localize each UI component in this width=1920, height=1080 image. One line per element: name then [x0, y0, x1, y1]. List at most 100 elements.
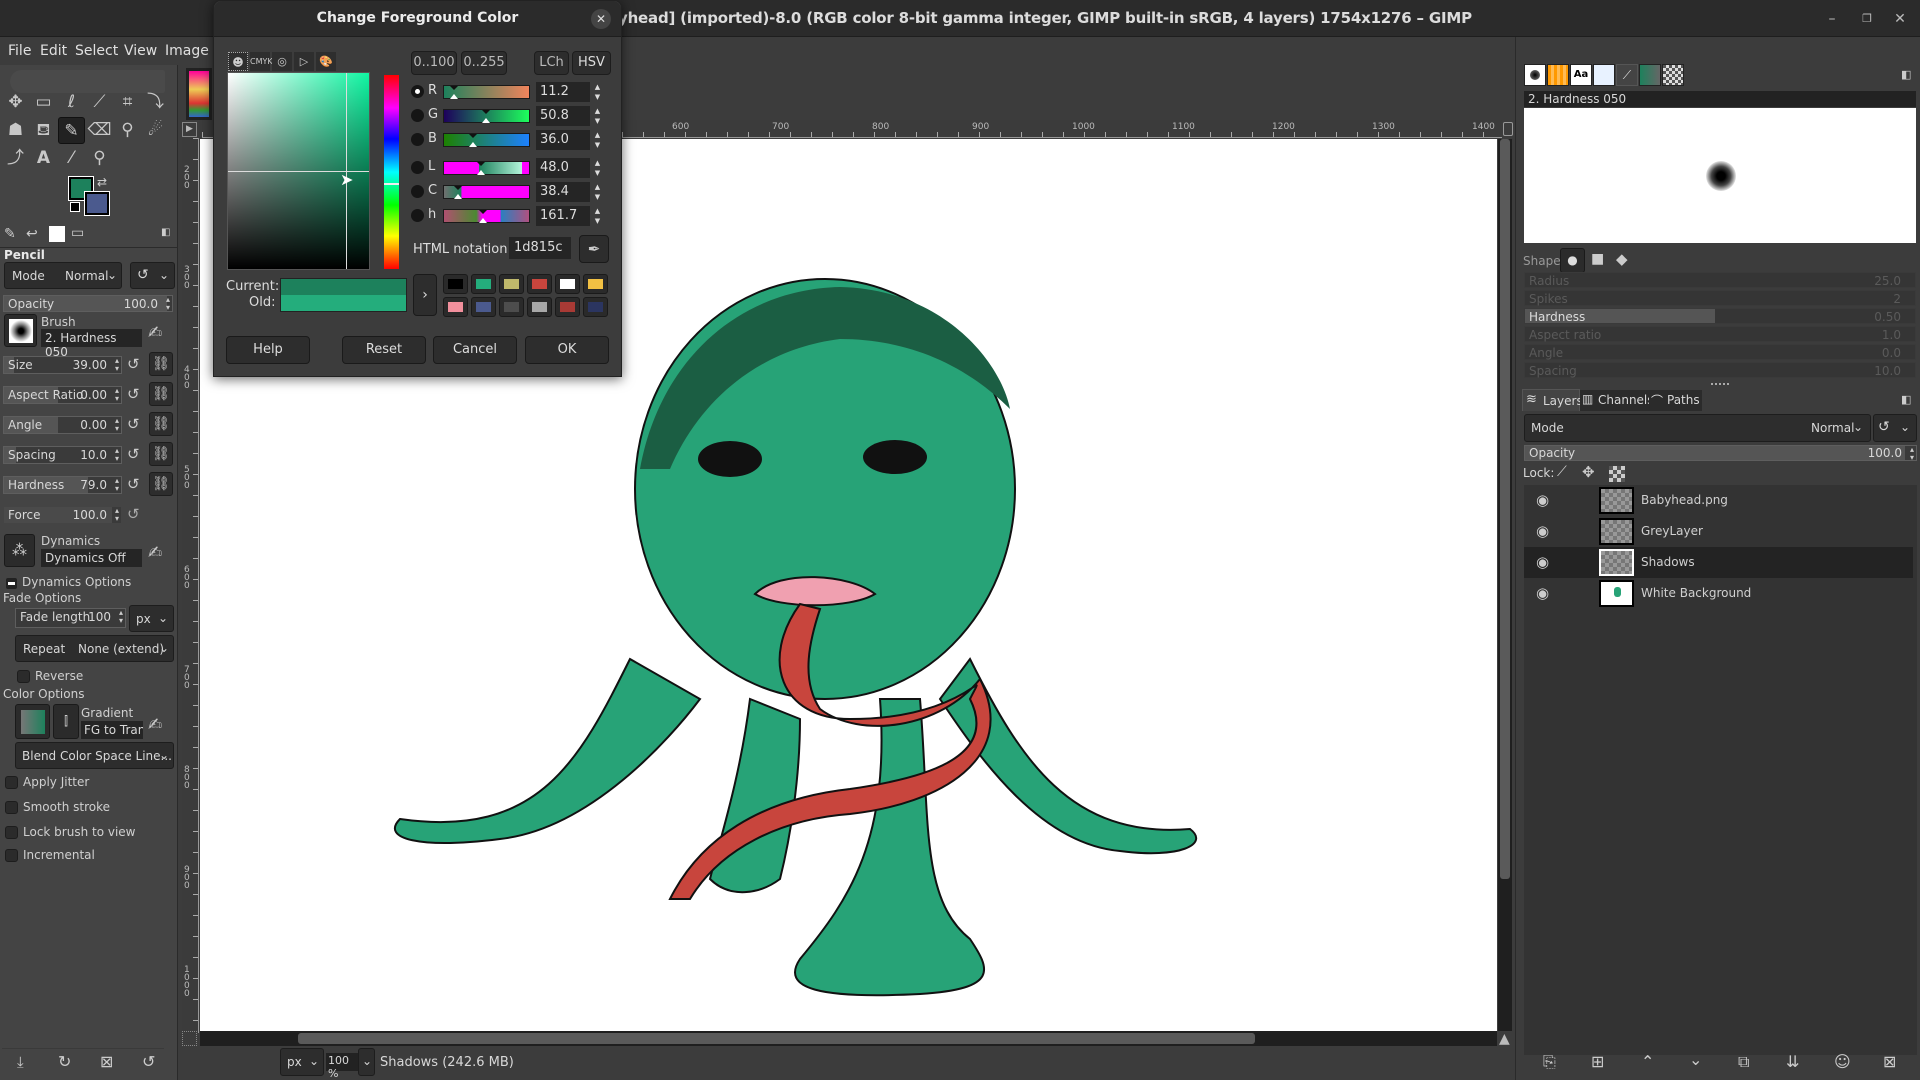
gradient-preview-button[interactable] [15, 704, 50, 739]
reset-angle-icon[interactable]: ↺ [127, 415, 140, 433]
transform-tool-icon[interactable]: ⤵ [142, 89, 169, 116]
delete-layer-icon[interactable]: ⊠ [1883, 1052, 1896, 1071]
brush-editor-tab-icon[interactable]: ⟋ [1616, 64, 1638, 86]
channel-radio[interactable] [411, 161, 424, 174]
add-to-history-button[interactable]: › [413, 274, 437, 316]
spin-arrows-icon[interactable]: ▲ ▼ [592, 130, 603, 150]
blend-color-space-dropdown[interactable]: Blend Color Space Line... ⌄ [15, 742, 174, 769]
history-swatch[interactable] [527, 297, 552, 317]
brush-spacing-slider[interactable]: Spacing 10.0 [1524, 362, 1916, 378]
dialog-titlebar[interactable]: Change Foreground Color ✕ [214, 1, 621, 37]
clone-tool-icon[interactable]: ⚲ [114, 117, 141, 144]
default-colors-icon[interactable] [70, 202, 80, 212]
reset-tool-options-icon[interactable]: ↺ [142, 1052, 155, 1071]
quick-mask-menu-button[interactable]: ▶ [182, 122, 197, 137]
history-swatch[interactable] [471, 297, 496, 317]
lch-button[interactable]: LCh [534, 51, 569, 75]
eraser-tool-icon[interactable]: ⌫ [86, 117, 113, 144]
menu-select[interactable]: Select [75, 43, 118, 59]
menu-file[interactable]: File [8, 43, 31, 59]
spin-arrows-icon[interactable]: ▲ ▼ [592, 158, 603, 178]
color-picker-tool-icon[interactable]: ⁄ [58, 145, 85, 172]
link-angle-button[interactable]: ⛓ [149, 412, 173, 436]
merge-down-icon[interactable]: ⇊ [1786, 1052, 1799, 1071]
channel-radio[interactable] [411, 109, 424, 122]
layer-row-selected[interactable]: ◉ Shadows [1524, 547, 1913, 578]
fuzzy-select-tool-icon[interactable]: ⟋ [86, 89, 113, 116]
reset-aspect-icon[interactable]: ↺ [127, 385, 140, 403]
gradient-editor-tab-icon[interactable] [1639, 64, 1661, 86]
reset-button[interactable]: Reset [342, 336, 426, 364]
brush-hardness-slider[interactable]: Hardness 0.50 [1524, 308, 1916, 324]
channel-radio[interactable] [411, 185, 424, 198]
new-layer-group-icon[interactable]: ⊞ [1591, 1052, 1604, 1071]
history-swatch[interactable] [583, 297, 608, 317]
reverse-gradient-button[interactable]: ⫿ [53, 704, 79, 739]
zoom-fit-button[interactable] [1503, 122, 1513, 136]
palette-selector-tab[interactable]: 🎨 [316, 52, 336, 71]
aspect-ratio-brush-slider[interactable]: Aspect ratio 1.0 [1524, 326, 1916, 342]
layer-row[interactable]: ◉ Babyhead.png [1524, 485, 1913, 516]
minimize-button[interactable]: – [1820, 8, 1844, 30]
horizontal-scroll-thumb[interactable] [298, 1033, 1255, 1044]
pattern-editor-tab-icon[interactable] [1662, 64, 1684, 86]
configure-tab-icon[interactable]: ◧ [1901, 68, 1911, 81]
history-swatch[interactable] [471, 274, 496, 294]
new-layer-icon[interactable]: ⎘ [1543, 1052, 1556, 1072]
swap-colors-icon[interactable]: ⇄ [97, 175, 107, 189]
reverse-checkbox[interactable] [17, 670, 30, 683]
close-window-button[interactable]: ✕ [1888, 8, 1912, 30]
link-hardness-button[interactable]: ⛓ [149, 472, 173, 496]
device-status-tab-icon[interactable]: ▭ [71, 225, 84, 241]
channel-slider[interactable] [443, 109, 530, 123]
shape-diamond-button[interactable]: ◆ [1616, 250, 1628, 268]
spacing-slider[interactable]: Spacing 10.0 ▴ ▾ [3, 446, 122, 464]
channel-slider[interactable] [443, 209, 530, 223]
move-tool-icon[interactable]: ✥ [2, 89, 29, 116]
menu-edit[interactable]: Edit [40, 43, 67, 59]
lock-brush-checkbox[interactable] [5, 826, 18, 839]
zoom-field[interactable]: 100 % [326, 1053, 358, 1080]
history-swatch[interactable] [443, 274, 468, 294]
vertical-scroll-thumb[interactable] [1500, 139, 1510, 879]
radius-slider[interactable]: Radius 25.0 [1524, 272, 1916, 288]
dialog-close-button[interactable]: ✕ [591, 9, 611, 29]
apply-jitter-checkbox[interactable] [5, 776, 18, 789]
undo-history-tab-icon[interactable]: ↩ [26, 226, 38, 242]
history-swatch[interactable] [583, 274, 608, 294]
channel-radio[interactable] [411, 133, 424, 146]
lock-alpha-icon[interactable] [1609, 466, 1625, 482]
spin-arrows-icon[interactable]: ▲ ▼ [592, 106, 603, 126]
navigate-button[interactable] [182, 1031, 197, 1046]
reset-hardness-icon[interactable]: ↺ [127, 475, 140, 493]
visibility-eye-icon[interactable]: ◉ [1536, 584, 1549, 602]
images-tab-icon[interactable] [49, 226, 65, 242]
hardness-slider[interactable]: Hardness 79.0 ▴ ▾ [3, 476, 122, 494]
history-swatch[interactable] [555, 297, 580, 317]
aspect-ratio-slider[interactable]: Aspect Ratio 0.00 ▴ ▾ [3, 386, 122, 404]
wheel-selector-tab[interactable]: ◎ [272, 52, 292, 71]
vertical-scrollbar[interactable] [1498, 139, 1512, 1031]
warp-tool-icon[interactable]: ☗ [2, 117, 29, 144]
layer-row[interactable]: ◉ White Background [1524, 578, 1913, 609]
channel-radio[interactable] [411, 209, 424, 222]
triangle-selector-tab[interactable]: ▷ [294, 52, 314, 71]
history-swatch[interactable] [527, 274, 552, 294]
reset-force-icon[interactable]: ↺ [127, 505, 140, 523]
brush-editor-name[interactable]: 2. Hardness 050 [1524, 91, 1916, 107]
dynamics-name-field[interactable]: Dynamics Off [41, 549, 142, 567]
range-0-255-button[interactable]: 0..255 [461, 51, 507, 75]
delete-tool-preset-icon[interactable]: ⊠ [100, 1052, 113, 1071]
gimp-selector-tab[interactable]: ☻ [228, 52, 248, 71]
brush-angle-slider[interactable]: Angle 0.0 [1524, 344, 1916, 360]
force-slider[interactable]: Force 100.0 ▴ ▾ [3, 506, 122, 524]
background-color-swatch[interactable] [84, 191, 110, 216]
patterns-tab-icon[interactable] [1593, 64, 1615, 86]
color-plane[interactable]: ➤ [227, 72, 370, 270]
history-swatch[interactable] [499, 297, 524, 317]
channel-value-field[interactable]: 50.8 [536, 106, 590, 126]
layer-mask-icon[interactable]: ☺ [1834, 1052, 1851, 1071]
link-spacing-button[interactable]: ⛓ [149, 442, 173, 466]
channel-slider[interactable] [443, 185, 530, 199]
channel-radio[interactable] [411, 85, 424, 98]
